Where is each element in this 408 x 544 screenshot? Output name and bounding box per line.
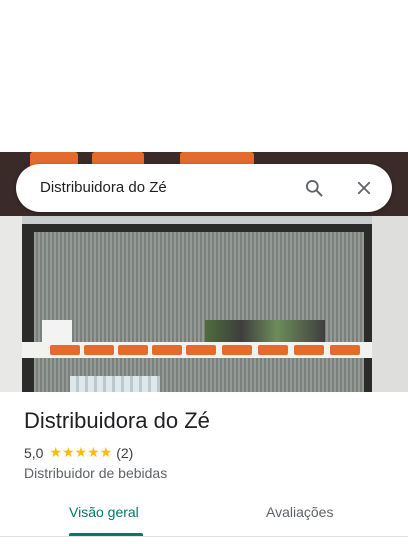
logo-tag: [186, 345, 216, 355]
search-input[interactable]: Distribuidora do Zé: [40, 164, 167, 212]
logo-tag: [50, 345, 80, 355]
rating-row[interactable]: 5,0 ★★★★★ (2): [24, 444, 133, 461]
tabs-divider: [0, 536, 408, 537]
star-rating: ★★★★★: [49, 444, 113, 460]
wall-left: [0, 216, 22, 392]
wall-right: [372, 216, 408, 392]
tab-reviews[interactable]: Avaliações: [266, 504, 333, 520]
clear-button[interactable]: [348, 172, 380, 204]
place-category[interactable]: Distribuidor de bebidas: [24, 465, 167, 481]
close-icon: [357, 181, 371, 195]
search-bar[interactable]: Distribuidora do Zé: [16, 164, 392, 212]
logo-tag: [152, 345, 182, 355]
door-note: [42, 320, 72, 342]
logo-tag: [118, 345, 148, 355]
rating-value: 5,0: [24, 444, 44, 461]
logo-tag: [222, 345, 252, 355]
logo-tag: [84, 345, 114, 355]
bottle-packs: [70, 376, 160, 392]
logo-tag: [330, 345, 360, 355]
search-icon: [306, 180, 323, 197]
logo-tag: [258, 345, 288, 355]
search-button[interactable]: [298, 172, 330, 204]
shelf-products: [205, 320, 325, 342]
tab-overview[interactable]: Visão geral: [69, 504, 139, 520]
logo-tag: [294, 345, 324, 355]
window-glass: [34, 232, 364, 392]
review-count[interactable]: (2): [116, 445, 133, 461]
place-title: Distribuidora do Zé: [24, 408, 210, 433]
